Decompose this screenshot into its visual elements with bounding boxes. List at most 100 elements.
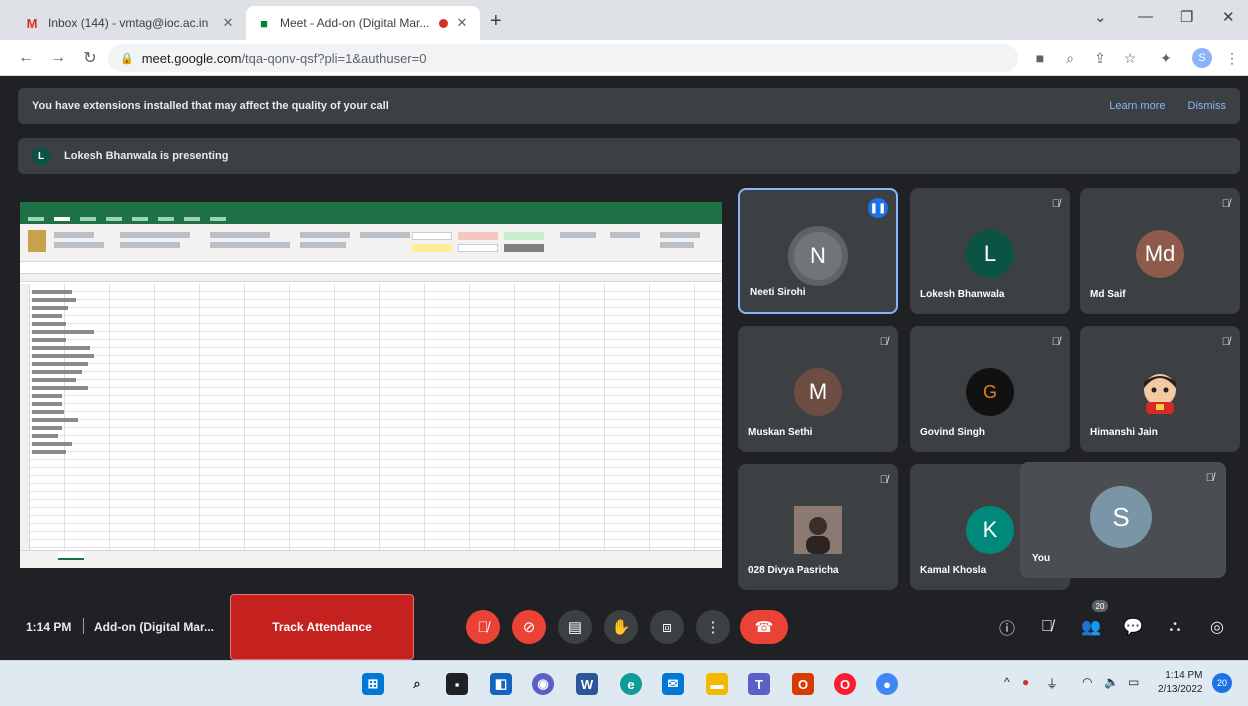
participant-tile[interactable]: Md 🎙̸ Md Saif <box>1080 188 1240 314</box>
participant-tile[interactable]: N ❚❚ Neeti Sirohi <box>738 188 898 314</box>
close-tab-icon[interactable]: ✕ <box>454 15 470 31</box>
camera-off-button[interactable]: ⊘ <box>512 610 546 644</box>
presenting-bar: L Lokesh Bhanwala is presenting <box>18 138 1240 174</box>
excel-cell-placeholder <box>32 306 68 310</box>
close-window-icon[interactable]: ✕ <box>1222 8 1235 26</box>
tab-meet[interactable]: ■ Meet - Add-on (Digital Mar... ✕ <box>246 6 480 40</box>
meet-icon: ■ <box>260 15 268 31</box>
muted-mic-icon: 🎙̸ <box>1221 336 1230 348</box>
excel-cell-placeholder <box>32 362 88 366</box>
participant-name: Govind Singh <box>920 427 985 438</box>
tab-title: Inbox (144) - vmtag@ioc.ac.in <box>48 16 209 30</box>
dismiss-link[interactable]: Dismiss <box>1188 100 1227 112</box>
participant-name: Lokesh Bhanwala <box>920 289 1005 300</box>
back-icon[interactable]: ← <box>14 46 38 70</box>
participant-tile[interactable]: M 🎙̸ Muskan Sethi <box>738 326 898 452</box>
presenter-avatar: L <box>32 147 50 165</box>
participant-avatar: K <box>966 506 1014 554</box>
edge-icon[interactable]: e <box>620 673 642 695</box>
excel-cell-placeholder <box>32 402 62 406</box>
outlook-icon[interactable]: ✉ <box>662 673 684 695</box>
excel-cell-placeholder <box>32 354 94 358</box>
windows-start-icon[interactable]: ⊞ <box>362 673 384 695</box>
zoom-icon[interactable]: ⌕ <box>1060 48 1080 68</box>
widgets-icon[interactable]: ◧ <box>490 673 512 695</box>
mute-all-icon[interactable]: 🎙̸ <box>1036 616 1058 638</box>
cartoon-profile-photo <box>1136 368 1184 416</box>
address-bar[interactable]: 🔒 meet.google.com /tqa-qonv-qsf?pli=1&au… <box>108 44 1018 72</box>
windows-taskbar: ⊞ ⌕ ▪ ◧ ◉ W e ✉ ▬ T O O ● ^ ● ⏚ ◠ 🔈 ▭ 1:… <box>0 660 1248 706</box>
shared-screen <box>18 188 724 592</box>
self-view-tile[interactable]: S 🎙̸ You <box>1020 462 1226 578</box>
excel-cell-placeholder <box>32 434 58 438</box>
extensions-icon[interactable]: ✦ <box>1156 48 1176 68</box>
menu-kebab-icon[interactable]: ⋮ <box>1222 48 1242 68</box>
track-attendance-button[interactable]: Track Attendance <box>230 594 414 660</box>
battery-icon[interactable]: ▭ <box>1128 675 1139 689</box>
reload-icon[interactable]: ↻ <box>78 46 102 70</box>
raise-hand-button[interactable]: ✋ <box>604 610 638 644</box>
excel-cell-placeholder <box>32 450 66 454</box>
taskbar-date: 2/13/2022 <box>1158 684 1203 695</box>
task-view-icon[interactable]: ▪ <box>446 673 468 695</box>
participant-tile[interactable]: L 🎙̸ Lokesh Bhanwala <box>910 188 1070 314</box>
activities-icon[interactable]: ⛬ <box>1164 616 1186 638</box>
opera-icon[interactable]: O <box>834 673 856 695</box>
muted-mic-icon: 🎙̸ <box>1221 198 1230 210</box>
forward-icon[interactable]: → <box>46 46 70 70</box>
close-tab-icon[interactable]: ✕ <box>220 15 236 31</box>
mic-off-button[interactable]: 🎙̸ <box>466 610 500 644</box>
notification-badge[interactable]: 20 <box>1212 673 1232 693</box>
volume-icon[interactable]: 🔈 <box>1104 675 1119 689</box>
more-options-button[interactable]: ⋮ <box>696 610 730 644</box>
taskbar-clock[interactable]: 1:14 PM 2/13/2022 <box>1158 669 1203 697</box>
participant-avatar: G <box>966 368 1014 416</box>
learn-more-link[interactable]: Learn more <box>1109 100 1165 112</box>
minimize-icon[interactable]: — <box>1138 8 1153 25</box>
tab-search-icon[interactable]: ⌄ <box>1094 8 1107 26</box>
participant-tile[interactable]: 🎙̸ Himanshi Jain <box>1080 326 1240 452</box>
muted-mic-icon: 🎙̸ <box>879 474 888 486</box>
participant-avatar: M <box>794 368 842 416</box>
excel-cell-placeholder <box>32 378 76 382</box>
participant-tile[interactable]: G 🎙̸ Govind Singh <box>910 326 1070 452</box>
captions-button[interactable]: ▤ <box>558 610 592 644</box>
usb-icon[interactable]: ⏚ <box>1046 675 1058 692</box>
muted-mic-icon: 🎙̸ <box>1051 198 1060 210</box>
share-icon[interactable]: ⇪ <box>1090 48 1110 68</box>
new-tab-icon[interactable]: + <box>490 10 502 33</box>
excel-ribbon-tabs <box>20 214 722 224</box>
url-path: /tqa-qonv-qsf?pli=1&authuser=0 <box>241 50 427 66</box>
present-screen-button[interactable]: ⧈ <box>650 610 684 644</box>
host-controls-icon[interactable]: ◎ <box>1206 616 1228 638</box>
excel-cell-placeholder <box>32 426 62 430</box>
participant-tile[interactable]: 🎙̸ 028 Divya Pasricha <box>738 464 898 590</box>
office-icon[interactable]: O <box>792 673 814 695</box>
leave-call-button[interactable]: ☎ <box>740 610 788 644</box>
profile-avatar[interactable]: S <box>1192 48 1212 68</box>
tray-overflow-icon[interactable]: ^ <box>1004 675 1010 689</box>
chrome-icon[interactable]: ● <box>876 673 898 695</box>
excel-cell-placeholder <box>32 394 62 398</box>
chat-icon[interactable]: 💬 <box>1122 616 1144 638</box>
participant-name: Himanshi Jain <box>1090 427 1158 438</box>
people-icon[interactable]: 👥 <box>1080 616 1102 638</box>
url-host: meet.google.com <box>141 50 242 66</box>
word-icon[interactable]: W <box>576 673 598 695</box>
excel-sheet-tab <box>58 552 84 560</box>
muted-mic-icon: 🎙̸ <box>1205 472 1214 484</box>
teams-icon[interactable]: T <box>748 673 770 695</box>
teams-chat-icon[interactable]: ◉ <box>532 673 554 695</box>
search-icon[interactable]: ⌕ <box>406 673 428 695</box>
wifi-icon[interactable]: ◠ <box>1082 675 1092 689</box>
tab-gmail[interactable]: M Inbox (144) - vmtag@ioc.ac.in ✕ <box>14 6 246 40</box>
camera-indicator-icon[interactable]: ■ <box>1030 48 1050 68</box>
presenting-text: Lokesh Bhanwala is presenting <box>64 150 229 162</box>
bookmark-star-icon[interactable]: ☆ <box>1120 48 1140 68</box>
excel-cell-placeholder <box>32 290 72 294</box>
meeting-details-icon[interactable]: ⓘ <box>996 616 1018 638</box>
maximize-icon[interactable]: ❐ <box>1180 8 1193 26</box>
file-explorer-icon[interactable]: ▬ <box>706 673 728 695</box>
shared-excel-window <box>20 202 722 568</box>
tray-app-icon[interactable]: ● <box>1022 675 1029 689</box>
